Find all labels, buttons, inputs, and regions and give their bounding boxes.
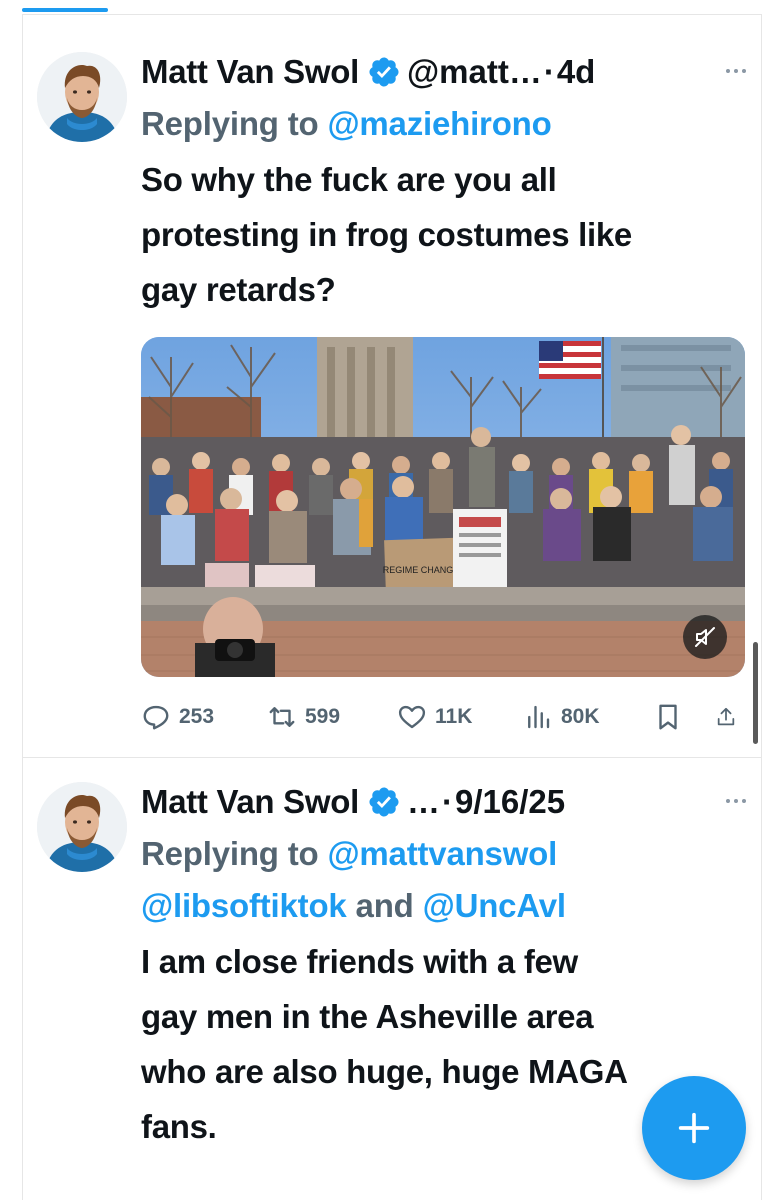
reply-count: 253 bbox=[179, 705, 215, 728]
author-handle[interactable]: … bbox=[407, 783, 440, 821]
like-button[interactable]: 11K bbox=[397, 702, 523, 732]
tweet[interactable]: Matt Van Swol @matt… · 4d Replying to @m… bbox=[23, 30, 761, 758]
replying-to-and: and bbox=[346, 887, 423, 924]
replying-to: Replying to @maziehirono bbox=[141, 98, 751, 150]
more-options-icon[interactable] bbox=[721, 786, 751, 816]
replying-to: Replying to @mattvanswol @libsoftiktok a… bbox=[141, 828, 751, 932]
tweet-text-line: gay retards? bbox=[141, 271, 336, 308]
retweet-count: 599 bbox=[305, 705, 341, 728]
author-handle[interactable]: @matt… bbox=[407, 53, 542, 91]
separator-dot: · bbox=[441, 783, 453, 820]
divider bbox=[22, 14, 762, 15]
author-name[interactable]: Matt Van Swol bbox=[141, 53, 359, 91]
separator-dot: · bbox=[543, 53, 555, 90]
more-options-icon[interactable] bbox=[721, 56, 751, 86]
reply-icon bbox=[143, 705, 169, 730]
tab-indicator bbox=[22, 8, 108, 12]
mention-link[interactable]: @maziehirono bbox=[327, 105, 551, 142]
views-chart-icon bbox=[528, 705, 550, 729]
video-player[interactable]: REGIME CHANGE bbox=[141, 337, 745, 677]
replying-to-label: Replying to bbox=[141, 105, 328, 142]
plus-icon bbox=[678, 1112, 710, 1144]
tweet-actions: 253 599 11K 80K bbox=[141, 699, 751, 735]
protest-sign-text: REGIME CHANGE bbox=[383, 565, 460, 575]
retweet-icon bbox=[269, 707, 295, 727]
tweet-text-line: So why the fuck are you all bbox=[141, 161, 557, 198]
mention-link[interactable]: @mattvanswol bbox=[327, 835, 557, 872]
views-button[interactable]: 80K bbox=[523, 702, 653, 732]
timestamp[interactable]: 9/16/25 bbox=[455, 783, 565, 821]
tweet-header: Matt Van Swol @matt… · 4d bbox=[141, 52, 751, 92]
scrollbar[interactable] bbox=[753, 642, 758, 744]
bookmark-button[interactable] bbox=[653, 702, 715, 732]
share-icon bbox=[717, 707, 735, 726]
tweet-text: So why the fuck are you all protesting i… bbox=[141, 152, 751, 317]
heart-icon bbox=[398, 705, 426, 729]
avatar[interactable] bbox=[37, 52, 127, 142]
share-button[interactable] bbox=[715, 702, 745, 732]
author-name[interactable]: Matt Van Swol bbox=[141, 783, 359, 821]
bookmark-icon bbox=[659, 704, 677, 730]
retweet-button[interactable]: 599 bbox=[267, 702, 397, 732]
like-count: 11K bbox=[435, 705, 473, 728]
reply-button[interactable]: 253 bbox=[141, 702, 267, 732]
compose-tweet-button[interactable] bbox=[642, 1076, 746, 1180]
mention-link[interactable]: @UncAvl bbox=[423, 887, 566, 924]
replying-to-label: Replying to bbox=[141, 835, 328, 872]
avatar[interactable] bbox=[37, 782, 127, 872]
view-count: 80K bbox=[561, 705, 600, 728]
mute-toggle[interactable] bbox=[683, 615, 727, 659]
tweet-text-line: I am close friends with a few bbox=[141, 943, 578, 980]
timeline-border-right bbox=[761, 14, 762, 1200]
timestamp[interactable]: 4d bbox=[557, 53, 596, 91]
protest-video-thumbnail: REGIME CHANGE bbox=[141, 337, 745, 677]
verified-badge-icon bbox=[369, 57, 399, 87]
tweet-text-line: protesting in frog costumes like bbox=[141, 216, 632, 253]
tweet-body: Matt Van Swol @matt… · 4d Replying to @m… bbox=[141, 52, 751, 735]
verified-badge-icon bbox=[369, 787, 399, 817]
mention-link[interactable]: @libsoftiktok bbox=[141, 887, 347, 924]
tweet-text-line: gay men in the Asheville area bbox=[141, 998, 594, 1035]
tweet-header: Matt Van Swol … · 9/16/25 bbox=[141, 782, 751, 822]
speaker-muted-icon bbox=[695, 627, 715, 647]
